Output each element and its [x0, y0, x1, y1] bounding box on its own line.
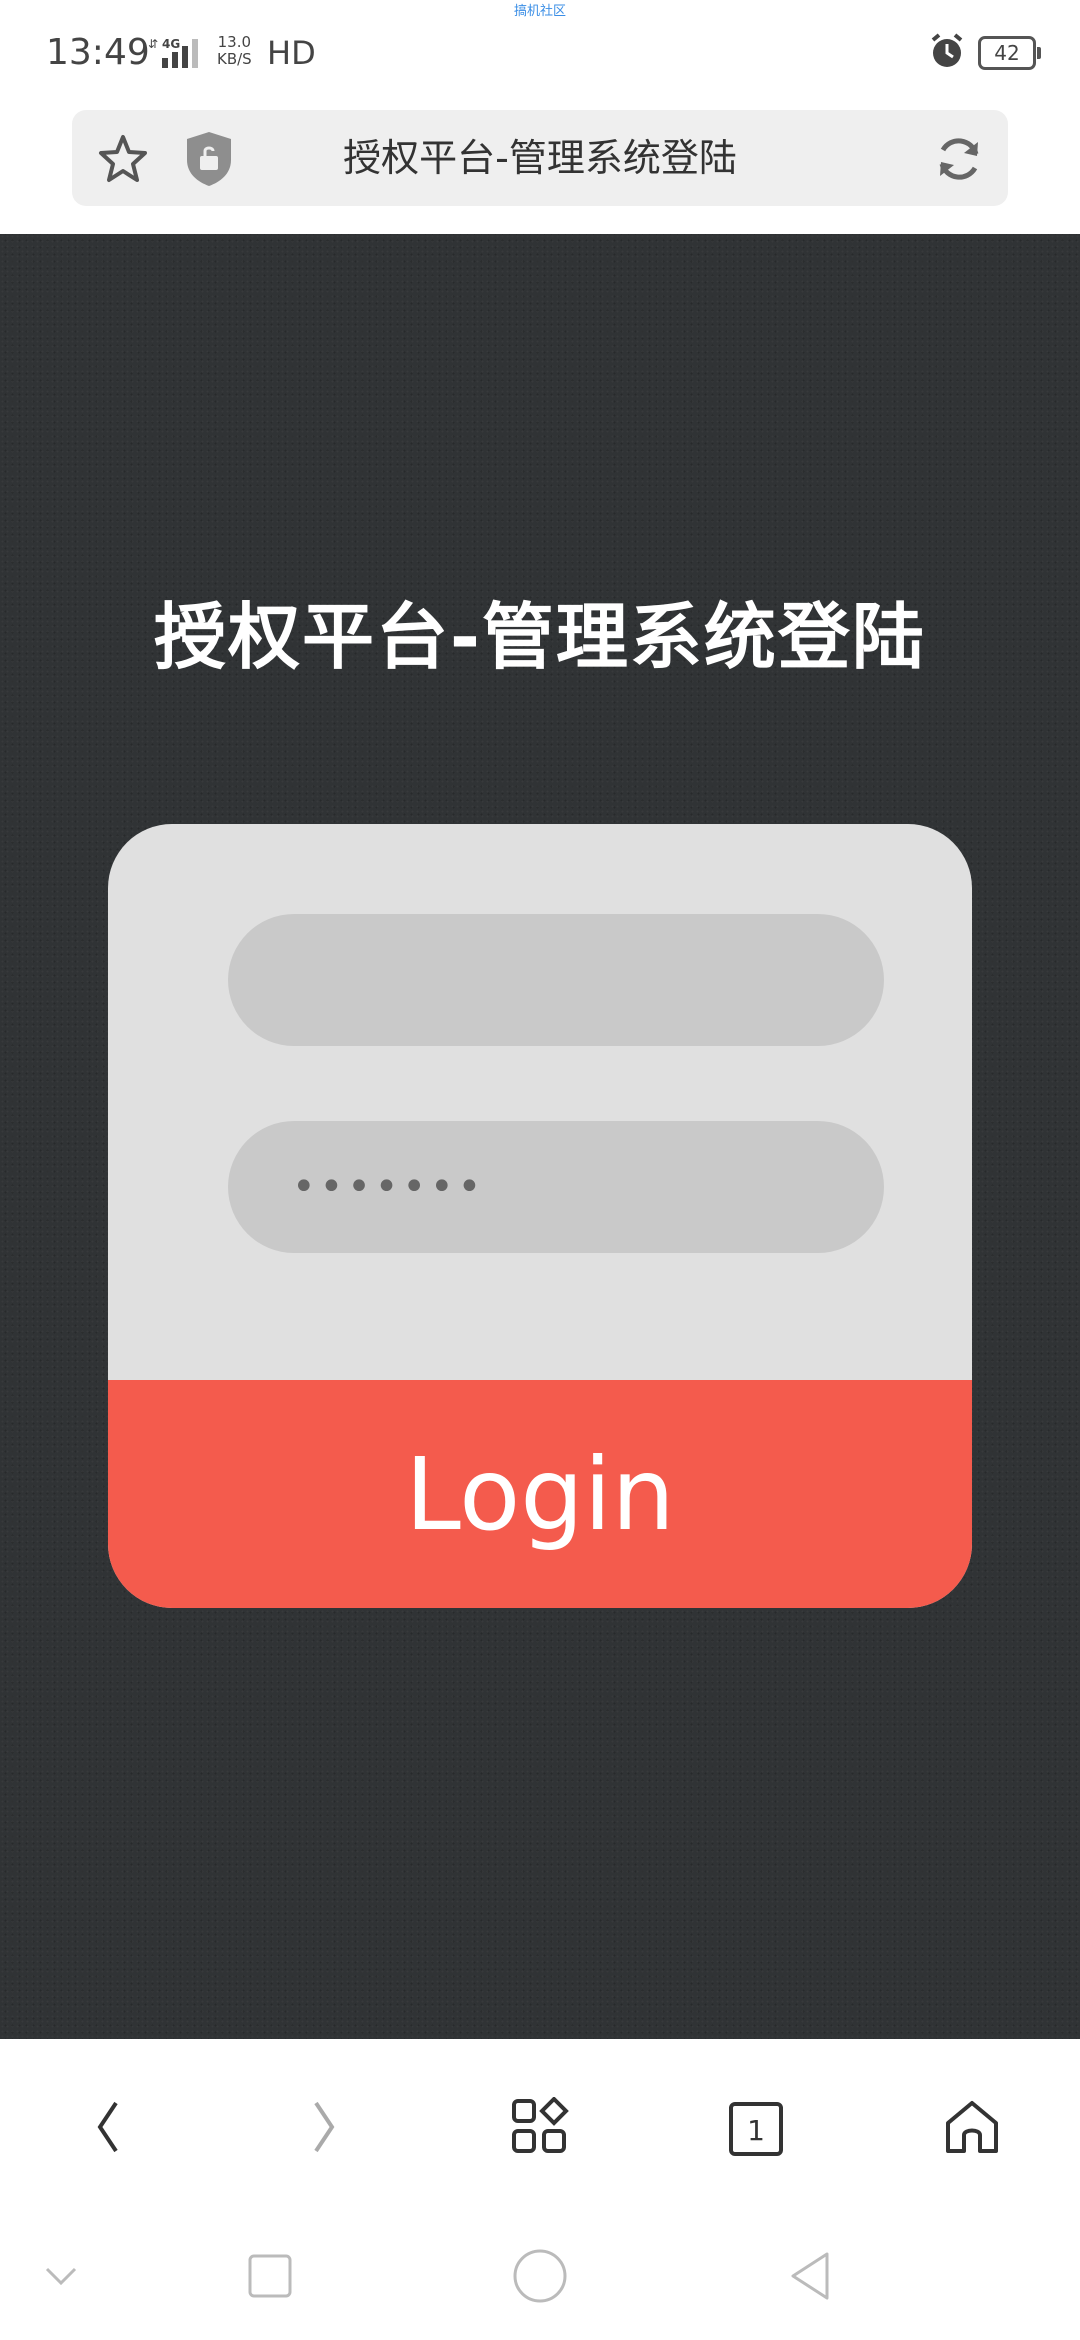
network-type-label: 4G — [162, 37, 180, 51]
system-back-button[interactable] — [775, 2243, 845, 2313]
recent-apps-button[interactable] — [235, 2243, 305, 2313]
refresh-icon[interactable] — [932, 132, 986, 190]
home-button[interactable] — [932, 2089, 1012, 2169]
login-card: Login — [108, 824, 972, 1608]
address-bar-title[interactable]: 授权平台-管理系统登陆 — [222, 110, 858, 206]
system-home-button[interactable] — [505, 2243, 575, 2313]
circle-icon — [510, 2246, 570, 2310]
square-icon — [245, 2251, 295, 2305]
svg-text:⇵: ⇵ — [148, 37, 158, 51]
login-button[interactable]: Login — [108, 1380, 972, 1608]
page-title: 授权平台-管理系统登陆 — [154, 595, 926, 679]
system-navigation-bar — [0, 2219, 1080, 2340]
forward-button[interactable] — [284, 2089, 364, 2169]
alarm-icon — [928, 32, 966, 74]
username-field[interactable] — [228, 914, 884, 1046]
watermark-text: 搞机社区 — [513, 4, 566, 19]
net-speed-unit: KB/S — [217, 50, 252, 68]
page-content: 授权平台-管理系统登陆 Login — [0, 234, 1080, 2039]
home-icon — [942, 2097, 1002, 2161]
back-button[interactable] — [68, 2089, 148, 2169]
tabs-icon: 1 — [729, 2102, 783, 2156]
status-time: 13:49 — [46, 32, 150, 73]
apps-grid-icon — [510, 2096, 570, 2161]
battery-icon: 42 — [978, 36, 1041, 70]
chevron-down-icon — [41, 2261, 81, 2295]
tab-count: 1 — [747, 2114, 765, 2147]
password-field[interactable] — [228, 1121, 884, 1253]
menu-button[interactable] — [500, 2089, 580, 2169]
chevron-left-icon — [88, 2097, 128, 2161]
net-speed-value: 13.0 — [217, 33, 252, 51]
address-bar[interactable]: 授权平台-管理系统登陆 — [72, 110, 1008, 206]
net-speed: 13.0 KB/S — [217, 34, 252, 68]
signal-icon: ⇵ 4G — [148, 36, 210, 68]
hide-nav-button[interactable] — [26, 2243, 96, 2313]
browser-toolbar: 1 — [0, 2039, 1080, 2219]
hd-indicator: HD — [267, 34, 316, 72]
star-icon[interactable] — [96, 132, 150, 190]
status-bar: 搞机社区 13:49 ⇵ 4G 13.0 KB/S HD 42 — [0, 0, 1080, 100]
tabs-button[interactable]: 1 — [716, 2089, 796, 2169]
battery-level: 42 — [994, 41, 1020, 65]
triangle-back-icon — [785, 2249, 835, 2307]
status-right-group: 42 — [928, 32, 1041, 74]
chevron-right-icon — [304, 2097, 344, 2161]
